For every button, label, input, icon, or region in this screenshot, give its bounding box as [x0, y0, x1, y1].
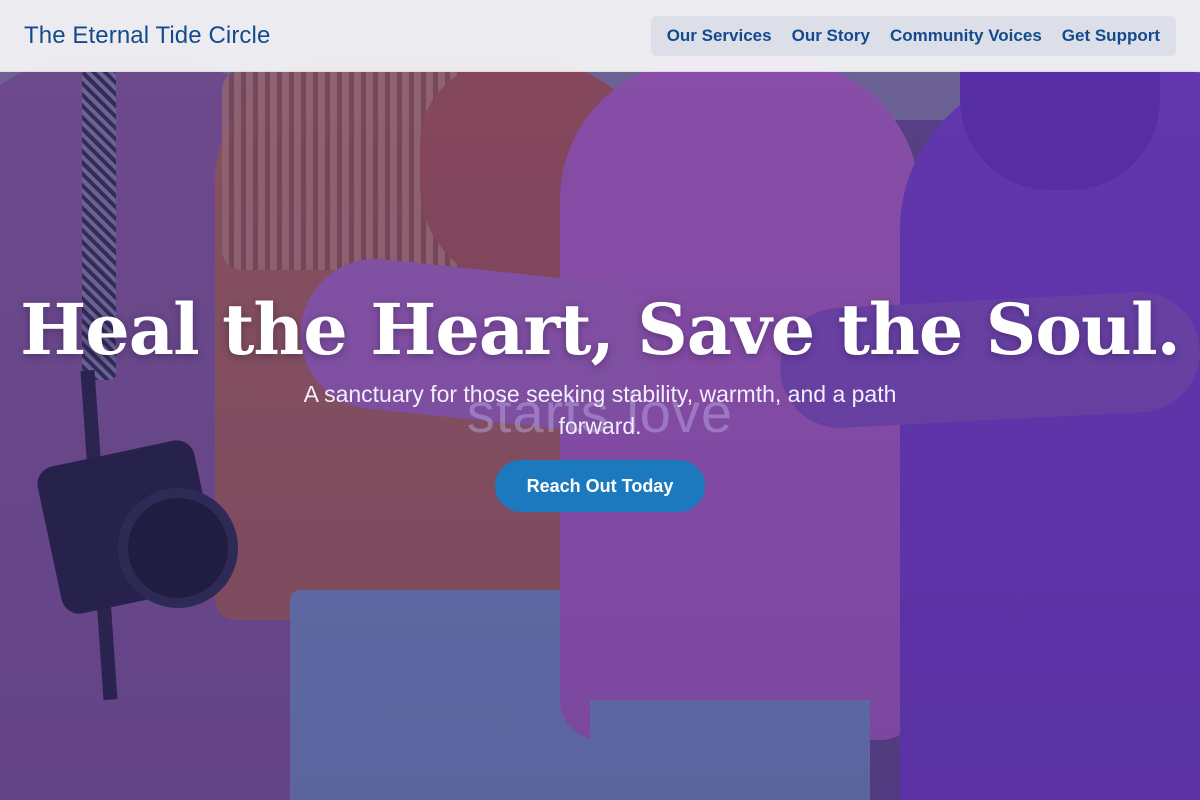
hero-subtitle: A sanctuary for those seeking stability,… [303, 381, 897, 439]
nav-get-support[interactable]: Get Support [1052, 16, 1170, 56]
main-nav: Our Services Our Story Community Voices … [650, 15, 1176, 56]
hero-content: Heal the Heart, Save the Soul. starts lo… [0, 282, 1200, 512]
brand-logo-text[interactable]: The Eternal Tide Circle [24, 22, 270, 50]
nav-our-services[interactable]: Our Services [657, 16, 782, 56]
reach-out-button[interactable]: Reach Out Today [494, 460, 706, 512]
hero-headline: Heal the Heart, Save the Soul. [20, 288, 1181, 371]
site-header: The Eternal Tide Circle Our Services Our… [0, 0, 1200, 72]
nav-community-voices[interactable]: Community Voices [880, 16, 1052, 56]
hero-subtitle-wrap: starts love A sanctuary for those seekin… [260, 378, 940, 448]
nav-our-story[interactable]: Our Story [782, 16, 880, 56]
